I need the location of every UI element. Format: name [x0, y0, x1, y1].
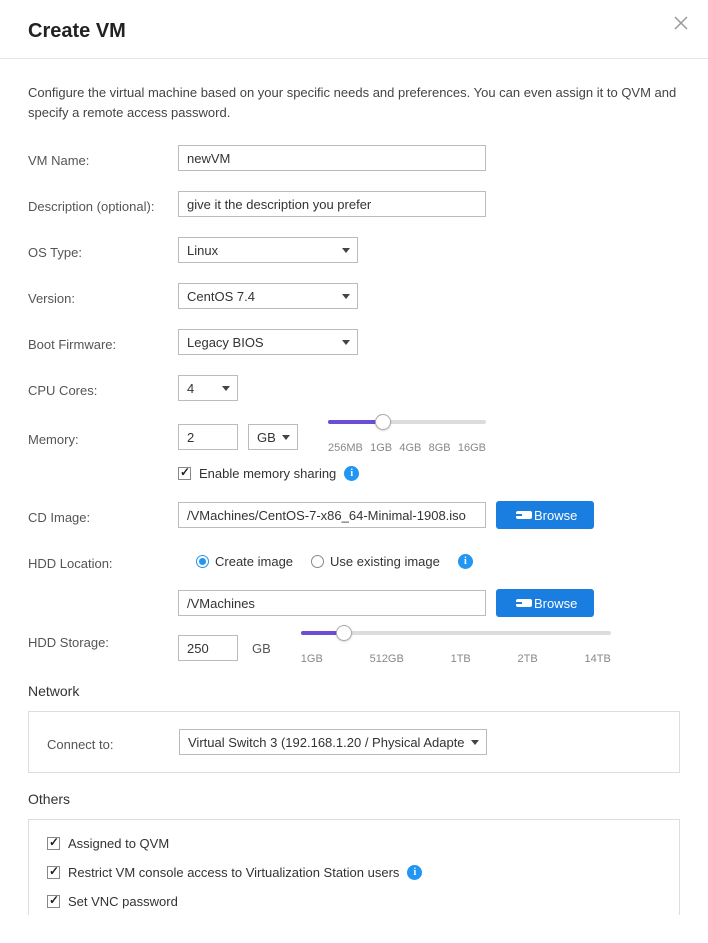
- dialog-body: Configure the virtual machine based on y…: [0, 59, 708, 943]
- hdd-storage-unit: GB: [252, 641, 271, 656]
- memory-input[interactable]: [178, 424, 238, 450]
- cd-image-label: CD Image:: [28, 506, 178, 525]
- assigned-qvm-label: Assigned to QVM: [68, 836, 169, 851]
- restrict-console-label: Restrict VM console access to Virtualiza…: [68, 865, 399, 880]
- cd-image-browse-button[interactable]: Browse: [496, 501, 594, 529]
- assigned-qvm-checkbox[interactable]: [47, 837, 60, 850]
- set-vnc-label: Set VNC password: [68, 894, 178, 909]
- cpu-cores-label: CPU Cores:: [28, 379, 178, 398]
- others-section-title: Others: [28, 791, 680, 807]
- os-type-label: OS Type:: [28, 241, 178, 260]
- network-panel: Connect to: Virtual Switch 3 (192.168.1.…: [28, 711, 680, 773]
- cpu-cores-select[interactable]: 4: [178, 375, 238, 401]
- hdd-location-browse-button[interactable]: Browse: [496, 589, 594, 617]
- hdd-location-input[interactable]: [178, 590, 486, 616]
- memory-sharing-checkbox[interactable]: [178, 467, 191, 480]
- info-icon[interactable]: i: [458, 554, 473, 569]
- memory-slider-thumb[interactable]: [375, 414, 391, 430]
- connect-to-select[interactable]: Virtual Switch 3 (192.168.1.20 / Physica…: [179, 729, 487, 755]
- description-label: Description (optional):: [28, 195, 178, 214]
- version-select[interactable]: CentOS 7.4: [178, 283, 358, 309]
- set-vnc-checkbox[interactable]: [47, 895, 60, 908]
- others-panel: Assigned to QVM Restrict VM console acce…: [28, 819, 680, 915]
- info-icon[interactable]: i: [344, 466, 359, 481]
- hdd-storage-ticks: 1GB 512GB 1TB 2TB 14TB: [301, 653, 611, 665]
- disk-icon: [508, 597, 524, 609]
- info-icon[interactable]: i: [407, 865, 422, 880]
- disk-icon: [508, 509, 524, 521]
- vm-name-label: VM Name:: [28, 149, 178, 168]
- memory-slider-ticks: 256MB 1GB 4GB 8GB 16GB: [328, 442, 486, 454]
- vm-name-input[interactable]: [178, 145, 486, 171]
- memory-slider[interactable]: 256MB 1GB 4GB 8GB 16GB: [328, 420, 486, 454]
- cd-image-input[interactable]: [178, 502, 486, 528]
- connect-to-label: Connect to:: [47, 733, 179, 752]
- dialog-title: Create VM: [28, 20, 680, 43]
- os-type-select[interactable]: Linux: [178, 237, 358, 263]
- close-icon[interactable]: [674, 16, 690, 32]
- description-input[interactable]: [178, 191, 486, 217]
- hdd-location-label: HDD Location:: [28, 552, 178, 571]
- dialog-header: Create VM: [0, 0, 708, 59]
- restrict-console-checkbox[interactable]: [47, 866, 60, 879]
- hdd-storage-input[interactable]: [178, 635, 238, 661]
- memory-unit-select[interactable]: GB: [248, 424, 298, 450]
- hdd-storage-slider[interactable]: 1GB 512GB 1TB 2TB 14TB: [301, 631, 611, 665]
- hdd-storage-label: HDD Storage:: [28, 631, 178, 650]
- network-section-title: Network: [28, 683, 680, 699]
- boot-firmware-select[interactable]: Legacy BIOS: [178, 329, 358, 355]
- version-label: Version:: [28, 287, 178, 306]
- memory-sharing-label: Enable memory sharing: [199, 466, 336, 481]
- memory-sharing-row: Enable memory sharing i: [178, 466, 680, 481]
- create-image-radio[interactable]: Create image: [196, 554, 293, 569]
- use-existing-image-radio[interactable]: Use existing image: [311, 554, 440, 569]
- memory-label: Memory:: [28, 428, 178, 447]
- boot-firmware-label: Boot Firmware:: [28, 333, 178, 352]
- intro-text: Configure the virtual machine based on y…: [28, 83, 680, 122]
- hdd-storage-slider-thumb[interactable]: [336, 625, 352, 641]
